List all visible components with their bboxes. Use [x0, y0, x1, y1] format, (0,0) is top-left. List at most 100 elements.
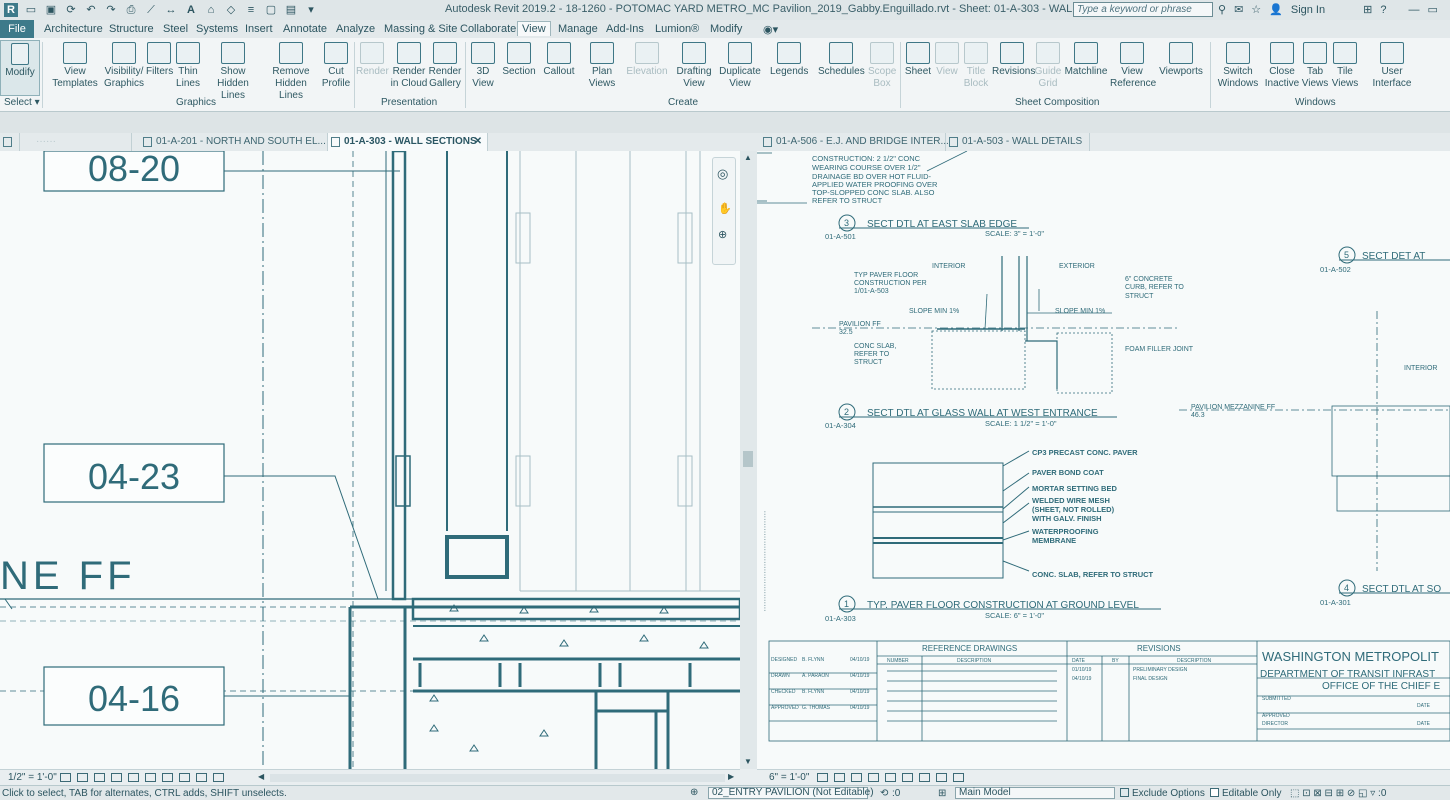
filters-button[interactable]: Filters	[146, 40, 173, 78]
print-icon[interactable]: ⎙	[124, 3, 138, 17]
measure-icon[interactable]: ⟋	[144, 3, 158, 17]
cart-icon[interactable]: ⊞	[1363, 3, 1372, 16]
design-options-icon[interactable]: ⊞	[938, 788, 946, 799]
vertical-scroll-thumb[interactable]	[743, 451, 753, 467]
text-icon[interactable]: A	[184, 3, 198, 17]
tab-architecture[interactable]: Architecture	[44, 23, 103, 35]
tab-analyze[interactable]: Analyze	[336, 23, 375, 35]
tile-views-button[interactable]: Tile Views	[1330, 40, 1360, 90]
editable-only-toggle[interactable]: Editable Only	[1210, 788, 1281, 799]
tab-views-button[interactable]: Tab Views	[1300, 40, 1330, 90]
close-tab-icon[interactable]: ✕	[474, 133, 482, 151]
elevation-button[interactable]: Elevation	[625, 40, 669, 78]
zoom-icon[interactable]: ⊕	[718, 228, 727, 241]
tab-01-a-503[interactable]: 01-A-503 - WALL DETAILS	[946, 133, 1090, 151]
visibility-graphics-button[interactable]: Visibility/Graphics	[100, 40, 148, 90]
exclude-options-toggle[interactable]: Exclude Options	[1120, 788, 1205, 799]
binoculars-icon[interactable]: ⚲	[1218, 3, 1226, 16]
temp-hide-icon[interactable]	[179, 773, 190, 782]
search-input[interactable]: Type a keyword or phrase	[1073, 2, 1213, 17]
visual-style-icon[interactable]	[834, 773, 845, 782]
sheet-button[interactable]: Sheet	[904, 40, 932, 78]
tab-view[interactable]: View	[517, 21, 551, 36]
tab-01-a-303[interactable]: 01-A-303 - WALL SECTIONS ✕	[328, 133, 488, 151]
detail-level-icon[interactable]	[60, 773, 71, 782]
customize-qat-icon[interactable]: ▾	[304, 3, 318, 17]
plan-views-button[interactable]: Plan Views	[586, 40, 618, 90]
section-icon[interactable]: ◇	[224, 3, 238, 17]
view-templates-button[interactable]: View Templates	[50, 40, 100, 90]
workset-dropdown[interactable]: 02_ENTRY PAVILION (Not Editable)	[708, 787, 874, 799]
help-icon[interactable]: ?	[1380, 4, 1386, 16]
callout-button[interactable]: Callout	[540, 40, 578, 78]
user-icon[interactable]: 👤	[1269, 3, 1283, 16]
sun-path-icon[interactable]	[94, 773, 105, 782]
tab-massing-site[interactable]: Massing & Site	[384, 23, 457, 35]
tab-lumion[interactable]: Lumion®	[655, 23, 699, 35]
reveal-hidden-icon[interactable]	[936, 773, 947, 782]
modify-button[interactable]: Modify	[0, 40, 40, 96]
legends-button[interactable]: Legends	[770, 40, 808, 78]
tab-hidden[interactable]	[0, 133, 20, 151]
scope-box-button[interactable]: Scope Box	[868, 40, 896, 90]
dimension-icon[interactable]: ↔	[164, 3, 178, 17]
scroll-down-icon[interactable]: ▼	[744, 757, 752, 766]
user-interface-button[interactable]: User Interface	[1370, 40, 1414, 90]
tab-file[interactable]: File	[0, 20, 34, 38]
show-hidden-lines-button[interactable]: Show Hidden Lines	[205, 40, 261, 102]
duplicate-view-button[interactable]: Duplicate View	[718, 40, 762, 90]
sign-in-link[interactable]: Sign In	[1291, 4, 1325, 16]
contextual-tab-toggle-icon[interactable]: ◉▾	[763, 23, 778, 36]
drafting-view-button[interactable]: Drafting View	[675, 40, 713, 90]
subscription-icon[interactable]: ✉	[1234, 3, 1243, 16]
tab-structure[interactable]: Structure	[109, 23, 154, 35]
crop-view-icon[interactable]	[885, 773, 896, 782]
horizontal-scrollbar[interactable]	[270, 774, 725, 782]
shadows-icon[interactable]	[111, 773, 122, 782]
title-block-button[interactable]: Title Block	[962, 40, 990, 90]
section-button[interactable]: Section	[500, 40, 538, 78]
drawing-area-wall-details[interactable]: CONSTRUCTION: 2 1/2" CONC WEARING COURSE…	[757, 151, 1450, 769]
render-in-cloud-button[interactable]: Render in Cloud	[390, 40, 428, 90]
visual-style-icon[interactable]	[77, 773, 88, 782]
thin-lines-button[interactable]: Thin Lines	[174, 40, 202, 90]
sync-icon[interactable]: ⟳	[64, 3, 78, 17]
tab-annotate[interactable]: Annotate	[283, 23, 327, 35]
redo-icon[interactable]: ↷	[104, 3, 118, 17]
save-icon[interactable]: ▣	[44, 3, 58, 17]
close-inactive-button[interactable]: Close Inactive	[1264, 40, 1300, 90]
place-view-button[interactable]: View	[934, 40, 960, 78]
tab-01-a-506[interactable]: 01-A-506 - E.J. AND BRIDGE INTER...	[760, 133, 949, 151]
3d-view-icon[interactable]: ⌂	[204, 3, 218, 17]
restore-button[interactable]: ▭	[1427, 3, 1437, 16]
3d-view-button[interactable]: 3D View	[469, 40, 497, 90]
show-crop-icon[interactable]	[162, 773, 173, 782]
tab-add-ins[interactable]: Add-Ins	[606, 23, 644, 35]
thin-lines-icon[interactable]: ≡	[244, 3, 258, 17]
viewports-button[interactable]: Viewports	[1158, 40, 1204, 78]
pan-icon[interactable]: ✋	[718, 202, 732, 215]
select-dropdown[interactable]: Select ▾	[4, 97, 40, 108]
tab-steel[interactable]: Steel	[163, 23, 188, 35]
render-button[interactable]: Render	[356, 40, 389, 78]
open-icon[interactable]: ▭	[24, 3, 38, 17]
analytical-model-icon[interactable]	[953, 773, 964, 782]
view-scale-right[interactable]: 6" = 1'-0"	[769, 772, 809, 783]
minimize-button[interactable]: —	[1408, 4, 1419, 16]
view-reference-button[interactable]: View Reference	[1110, 40, 1156, 90]
tab-01-a-201[interactable]: 01-A-201 - NORTH AND SOUTH EL...	[140, 133, 328, 151]
sun-path-icon[interactable]	[851, 773, 862, 782]
drawing-area-wall-sections[interactable]: 08-20 04-23 04-16 NE FF ◎ ✋ ⊕	[0, 151, 740, 769]
detail-level-icon[interactable]	[817, 773, 828, 782]
scroll-up-icon[interactable]: ▲	[744, 153, 752, 162]
tab-manage[interactable]: Manage	[558, 23, 598, 35]
tab-modify[interactable]: Modify	[710, 23, 742, 35]
switch-windows-icon[interactable]: ▤	[284, 3, 298, 17]
switch-windows-button[interactable]: Switch Windows	[1216, 40, 1260, 90]
temp-hide-icon[interactable]	[919, 773, 930, 782]
revit-app-icon[interactable]: R	[4, 3, 18, 17]
guide-grid-button[interactable]: Guide Grid	[1034, 40, 1062, 90]
revisions-button[interactable]: Revisions	[992, 40, 1035, 78]
cut-profile-button[interactable]: Cut Profile	[320, 40, 352, 90]
tab-insert[interactable]: Insert	[245, 23, 273, 35]
